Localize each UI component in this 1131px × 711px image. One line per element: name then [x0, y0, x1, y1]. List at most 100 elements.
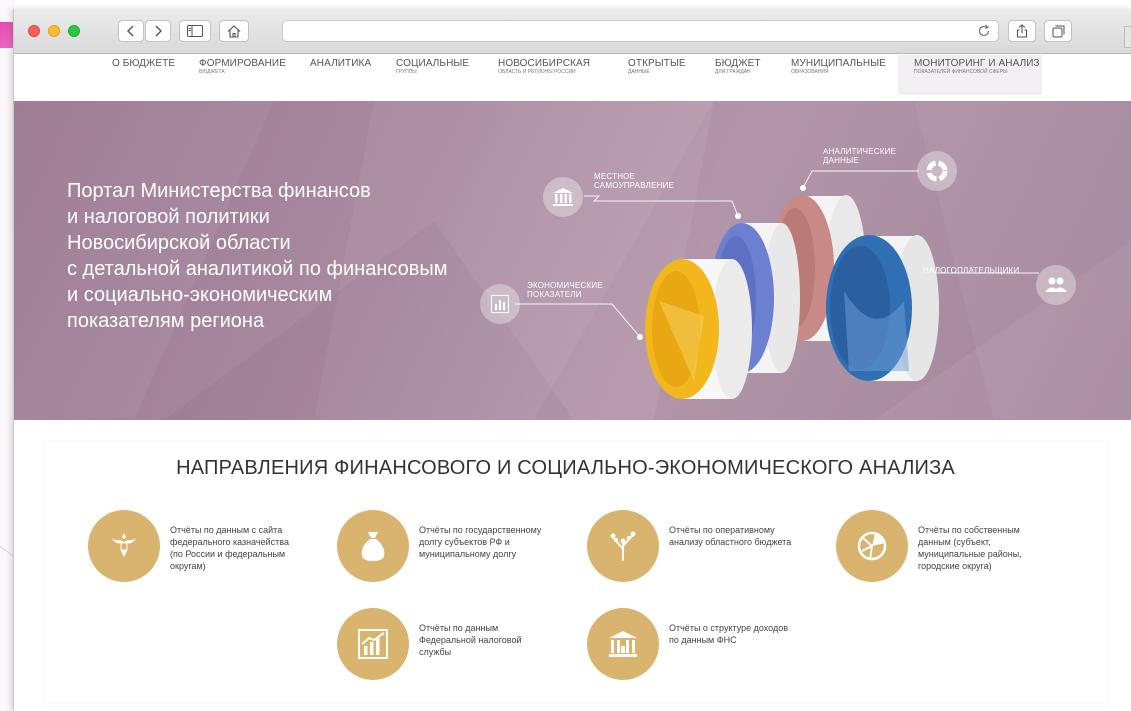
- minimize-window-button[interactable]: [48, 25, 60, 37]
- forward-button[interactable]: [145, 20, 171, 42]
- nav-item-monitoring[interactable]: МОНИТОРИНГ И АНАЛИЗ ПОКАЗАТЕЛЕЙ ФИНАНСОВ…: [914, 58, 1040, 76]
- report-icon-circle: [337, 510, 409, 582]
- hero-cylinders-graphic: [645, 195, 939, 399]
- reload-icon[interactable]: [976, 23, 992, 39]
- close-window-button[interactable]: [28, 25, 40, 37]
- report-treasury[interactable]: Отчёты по данным с сайта федерального ка…: [88, 510, 320, 582]
- report-text: Отчёты по данным с сайта федерального ка…: [170, 524, 320, 572]
- nav-label: ФОРМИРОВАНИЕ: [199, 58, 286, 69]
- nav-item-analytics[interactable]: АНАЛИТИКА: [310, 58, 371, 69]
- report-text-line: муниципальному долгу: [419, 549, 517, 559]
- nav-label: МУНИЦИПАЛЬНЫЕ: [791, 58, 886, 69]
- share-icon: [1016, 24, 1028, 38]
- nav-sublabel: ОБЛАСТЬ И РЕГИОНЫ РОССИИ: [498, 69, 576, 75]
- report-text-line: службы: [419, 647, 452, 657]
- nav-label: ОТКРЫТЫЕ: [628, 58, 686, 69]
- home-icon: [227, 24, 241, 38]
- report-text-line: (по России и федеральным: [170, 549, 286, 559]
- report-text: Отчёты о структуре доходов по данным ФНС: [669, 622, 819, 646]
- nav-sublabel: ДАННЫЕ: [628, 69, 650, 75]
- callout-text: ЭКОНОМИЧЕСКИЕ: [527, 281, 603, 290]
- report-text-line: городские округа): [918, 561, 992, 571]
- report-text-line: данным (субъект,: [918, 537, 991, 547]
- report-icon-circle: [88, 510, 160, 582]
- nav-sublabel: ОБРАЗОВАНИЯ: [791, 69, 829, 75]
- report-text-line: Отчёты о структуре доходов: [669, 623, 789, 633]
- home-button[interactable]: [219, 20, 249, 42]
- report-text: Отчёты по государственному долгу субъект…: [419, 524, 569, 560]
- callout-text: АНАЛИТИЧЕСКИЕ: [823, 147, 897, 156]
- new-tab-edge[interactable]: [1124, 26, 1131, 48]
- callout-local-government: МЕСТНОЕ САМОУПРАВЛЕНИЕ: [594, 172, 674, 190]
- report-text-line: Отчёты по собственным: [918, 525, 1020, 535]
- nav-label: БЮДЖЕТ: [715, 58, 761, 69]
- report-own-data[interactable]: Отчёты по собственным данным (субъект, м…: [836, 510, 1068, 582]
- nav-label: НОВОСИБИРСКАЯ: [498, 58, 591, 69]
- nav-item-social[interactable]: СОЦИАЛЬНЫЕ ГРУППЫ: [396, 58, 469, 76]
- desktop-background: [0, 0, 14, 711]
- callout-text: ПОКАЗАТЕЛИ: [527, 290, 582, 299]
- report-text-line: округам): [170, 561, 206, 571]
- nav-item-formation[interactable]: ФОРМИРОВАНИЕ БЮДЖЕТА: [199, 58, 286, 76]
- money-bag-icon: [361, 532, 385, 561]
- nav-item-citizen-budget[interactable]: БЮДЖЕТ ДЛЯ ГРАЖДАН: [715, 58, 761, 76]
- report-text-line: долгу субъектов РФ и: [419, 537, 510, 547]
- sidebar-icon: [187, 25, 203, 37]
- donut-chart-icon: [926, 160, 948, 182]
- local-government-circle[interactable]: [543, 177, 583, 217]
- zoom-window-button[interactable]: [68, 25, 80, 37]
- users-icon: [1045, 277, 1067, 292]
- nav-label: О БЮДЖЕТЕ: [112, 58, 176, 69]
- hero-banner: Портал Министерства финансов и налоговой…: [14, 101, 1131, 420]
- report-text-line: Федеральной налоговой: [419, 635, 522, 645]
- nav-label: АНАЛИТИКА: [310, 58, 372, 69]
- report-icon-circle: [836, 510, 908, 582]
- sidebar-button[interactable]: [179, 20, 211, 42]
- report-text-line: Отчёты по государственному: [419, 525, 542, 535]
- report-text-line: Отчёты по данным: [419, 623, 499, 633]
- nav-label: МОНИТОРИНГ И АНАЛИЗ: [914, 58, 1040, 69]
- callout-text: ДАННЫЕ: [823, 156, 859, 165]
- section-title: НАПРАВЛЕНИЯ ФИНАНСОВОГО И СОЦИАЛЬНО-ЭКОН…: [176, 457, 955, 479]
- taxpayers-circle[interactable]: [1036, 265, 1076, 305]
- report-operational[interactable]: Отчёты по оперативному анализу областног…: [587, 510, 819, 582]
- callout-economic-indicators: ЭКОНОМИЧЕСКИЕ ПОКАЗАТЕЛИ: [527, 281, 603, 299]
- report-tax-service[interactable]: Отчёты по данным Федеральной налоговой с…: [337, 608, 569, 680]
- nav-sublabel: ГРУППЫ: [396, 69, 417, 75]
- tabs-button[interactable]: [1044, 20, 1072, 42]
- building-icon: [553, 188, 573, 206]
- nav-item-novosibirsk[interactable]: НОВОСИБИРСКАЯ ОБЛАСТЬ И РЕГИОНЫ РОССИИ: [498, 58, 590, 76]
- pie-chart-icon: [857, 531, 887, 561]
- chevron-left-icon: [127, 25, 134, 37]
- report-text-line: анализу областного бюджета: [669, 537, 792, 547]
- nav-item-open-data[interactable]: ОТКРЫТЫЕ ДАННЫЕ: [628, 58, 686, 76]
- analytic-data-circle[interactable]: [917, 151, 957, 191]
- report-text-line: по данным ФНС: [669, 635, 737, 645]
- bar-chart-icon: [358, 629, 388, 659]
- report-icon-circle: [337, 608, 409, 680]
- report-text-line: Отчёты по данным с сайта: [170, 525, 283, 535]
- report-text-line: федерального казначейства: [170, 537, 289, 547]
- nav-sublabel: ПОКАЗАТЕЛЕЙ ФИНАНСОВОЙ СФЕРЫ: [914, 69, 1008, 75]
- callout-text: НАЛОГОПЛАТЕЛЬЩИКИ: [923, 266, 1020, 275]
- callout-text: МЕСТНОЕ: [594, 172, 636, 181]
- address-bar[interactable]: [282, 20, 999, 42]
- economic-indicators-circle[interactable]: [480, 284, 520, 324]
- back-button[interactable]: [118, 20, 144, 42]
- tabs-icon: [1052, 25, 1064, 37]
- nav-sublabel: ДЛЯ ГРАЖДАН: [715, 69, 751, 75]
- report-text-line: муниципальные районы,: [918, 549, 1022, 559]
- browser-toolbar: [14, 9, 1131, 54]
- share-button[interactable]: [1008, 20, 1036, 42]
- nav-item-budget[interactable]: О БЮДЖЕТЕ: [112, 58, 175, 69]
- report-state-debt[interactable]: Отчёты по государственному долгу субъект…: [337, 510, 569, 582]
- nav-sublabel: БЮДЖЕТА: [199, 69, 225, 75]
- report-icon-circle: [587, 608, 659, 680]
- report-income-structure[interactable]: Отчёты о структуре доходов по данным ФНС: [587, 608, 819, 680]
- tree-icon: [610, 531, 636, 561]
- report-icon-circle: [587, 510, 659, 582]
- report-text-line: Отчёты по оперативному: [669, 525, 775, 535]
- report-text: Отчёты по данным Федеральной налоговой с…: [419, 622, 569, 658]
- nav-item-municipal[interactable]: МУНИЦИПАЛЬНЫЕ ОБРАЗОВАНИЯ: [791, 58, 886, 76]
- report-text: Отчёты по собственным данным (субъект, м…: [918, 524, 1068, 572]
